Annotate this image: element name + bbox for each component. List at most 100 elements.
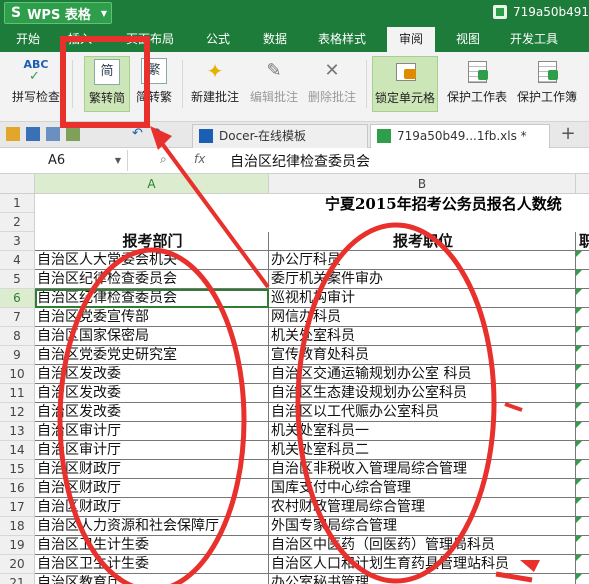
cell-department[interactable]: 自治区教育厅 <box>35 574 269 584</box>
name-box[interactable]: A6 ▼ <box>0 150 128 171</box>
cell-position[interactable]: 国库支付中心综合管理 <box>269 479 576 498</box>
row-header[interactable]: 19 <box>0 536 35 555</box>
cell-position[interactable]: 外国专家局综合管理 <box>269 517 576 536</box>
spell-check-button[interactable]: ABC 拼写检查 <box>6 56 66 112</box>
wps-menu-button[interactable]: S WPS 表格 ▼ <box>4 2 112 24</box>
open-folder-icon[interactable] <box>6 127 20 141</box>
new-comment-button[interactable]: ✦ 新建批注 <box>190 56 240 112</box>
row-header[interactable]: 4 <box>0 251 35 270</box>
row-header[interactable]: 3 <box>0 232 35 251</box>
cell-position[interactable]: 网信办科员 <box>269 308 576 327</box>
row-header[interactable]: 7 <box>0 308 35 327</box>
cell-c[interactable] <box>576 289 589 308</box>
row-header[interactable]: 17 <box>0 498 35 517</box>
cell-c[interactable] <box>576 346 589 365</box>
cell-department[interactable]: 自治区人力资源和社会保障厅 <box>35 517 269 536</box>
tab-insert[interactable]: 插入 <box>58 27 102 52</box>
cell-position[interactable]: 宣传教育处科员 <box>269 346 576 365</box>
row-header[interactable]: 6 <box>0 289 35 308</box>
cell-department[interactable]: 自治区纪律检查委员会 <box>35 270 269 289</box>
cell-department[interactable]: 自治区党委党史研究室 <box>35 346 269 365</box>
row-header[interactable]: 15 <box>0 460 35 479</box>
cell-department[interactable]: 自治区财政厅 <box>35 498 269 517</box>
cell-position[interactable]: 机关处室科员二 <box>269 441 576 460</box>
cell-c[interactable] <box>576 403 589 422</box>
cell-position[interactable]: 办公室秘书管理 <box>269 574 576 584</box>
cell-department[interactable]: 自治区财政厅 <box>35 479 269 498</box>
tab-developer[interactable]: 开发工具 <box>502 27 566 52</box>
cell-department[interactable]: 自治区卫生计生委 <box>35 536 269 555</box>
row-header[interactable]: 10 <box>0 365 35 384</box>
select-all-corner[interactable] <box>0 174 35 194</box>
header-cell-c[interactable]: 职 <box>576 232 589 251</box>
to-simplified-button[interactable]: 简 繁转简 <box>84 56 130 112</box>
row-header[interactable]: 5 <box>0 270 35 289</box>
to-traditional-button[interactable]: 繁 简转繁 <box>134 56 174 112</box>
cell-c[interactable] <box>576 517 589 536</box>
cell-department[interactable]: 自治区人大常委会机关 <box>35 251 269 270</box>
cell-c[interactable] <box>576 479 589 498</box>
function-icon[interactable]: fx <box>194 152 205 166</box>
tab-table-style[interactable]: 表格样式 <box>310 27 374 52</box>
cell-position[interactable]: 自治区交通运输规划办公室 科员 <box>269 365 576 384</box>
row-header[interactable]: 13 <box>0 422 35 441</box>
cell-position[interactable]: 自治区非税收入管理局综合管理 <box>269 460 576 479</box>
cell-position[interactable]: 自治区生态建设规划办公室科员 <box>269 384 576 403</box>
cell-position[interactable]: 机关处室科员一 <box>269 422 576 441</box>
cell-department[interactable]: 自治区纪律检查委员会 <box>35 289 269 308</box>
undo-icon[interactable]: ↶ <box>132 127 146 141</box>
row-header[interactable]: 12 <box>0 403 35 422</box>
cell-position[interactable]: 巡视机构审计 <box>269 289 576 308</box>
row-header[interactable]: 8 <box>0 327 35 346</box>
tab-data[interactable]: 数据 <box>253 27 297 52</box>
cell-department[interactable]: 自治区卫生计生委 <box>35 555 269 574</box>
cell-position[interactable]: 机关处室科员 <box>269 327 576 346</box>
tab-view[interactable]: 视图 <box>446 27 490 52</box>
cell-c[interactable] <box>576 308 589 327</box>
cell-department[interactable]: 自治区审计厅 <box>35 422 269 441</box>
delete-comment-button[interactable]: ✕ 删除批注 <box>306 56 358 112</box>
cell-c[interactable] <box>576 384 589 403</box>
header-cell-department[interactable]: 报考部门 <box>35 232 269 251</box>
tab-page-layout[interactable]: 页面布局 <box>118 27 182 52</box>
cell-c[interactable] <box>576 365 589 384</box>
row-header[interactable]: 21 <box>0 574 35 584</box>
save-icon[interactable] <box>26 127 40 141</box>
print-preview-icon[interactable] <box>66 127 80 141</box>
row-header[interactable]: 11 <box>0 384 35 403</box>
cell-department[interactable]: 自治区发改委 <box>35 384 269 403</box>
cell-c[interactable] <box>576 270 589 289</box>
cell-department[interactable]: 自治区发改委 <box>35 365 269 384</box>
cell-position[interactable]: 自治区人口和计划生育药具管理站科员 <box>269 555 576 574</box>
row-header[interactable]: 14 <box>0 441 35 460</box>
cell-position[interactable]: 自治区中医药（回医药）管理局科员 <box>269 536 576 555</box>
cell-c[interactable] <box>576 327 589 346</box>
cell-c[interactable] <box>576 441 589 460</box>
cell-c[interactable] <box>576 251 589 270</box>
tab-formulas[interactable]: 公式 <box>196 27 240 52</box>
cell-c[interactable] <box>576 536 589 555</box>
tab-current-workbook[interactable]: 719a50b49...1fb.xls * <box>370 124 550 148</box>
protect-sheet-button[interactable]: 保护工作表 <box>444 56 510 112</box>
cell-position[interactable]: 办公厅科员 <box>269 251 576 270</box>
tab-home[interactable]: 开始 <box>6 27 50 52</box>
row-header[interactable]: 16 <box>0 479 35 498</box>
cell-c[interactable] <box>576 574 589 584</box>
cell-department[interactable]: 自治区审计厅 <box>35 441 269 460</box>
tab-review[interactable]: 审阅 <box>387 27 435 52</box>
print-icon[interactable] <box>46 127 60 141</box>
cell-c[interactable] <box>576 460 589 479</box>
row-header[interactable]: 2 <box>0 213 35 232</box>
tab-docer-templates[interactable]: Docer-在线模板 <box>192 124 368 148</box>
cell-c[interactable] <box>576 422 589 441</box>
cell-department[interactable]: 自治区党委宣传部 <box>35 308 269 327</box>
row-header[interactable]: 1 <box>0 194 35 213</box>
cell-position[interactable]: 自治区以工代赈办公室科员 <box>269 403 576 422</box>
zoom-icon[interactable]: ⌕ <box>160 152 167 167</box>
protect-workbook-button[interactable]: 保护工作簿 <box>514 56 580 112</box>
column-header-b[interactable]: B <box>269 174 576 194</box>
row-header[interactable]: 9 <box>0 346 35 365</box>
formula-input[interactable]: 自治区纪律检查委员会 <box>230 151 370 171</box>
cell-c[interactable] <box>576 555 589 574</box>
cell-c[interactable] <box>576 498 589 517</box>
